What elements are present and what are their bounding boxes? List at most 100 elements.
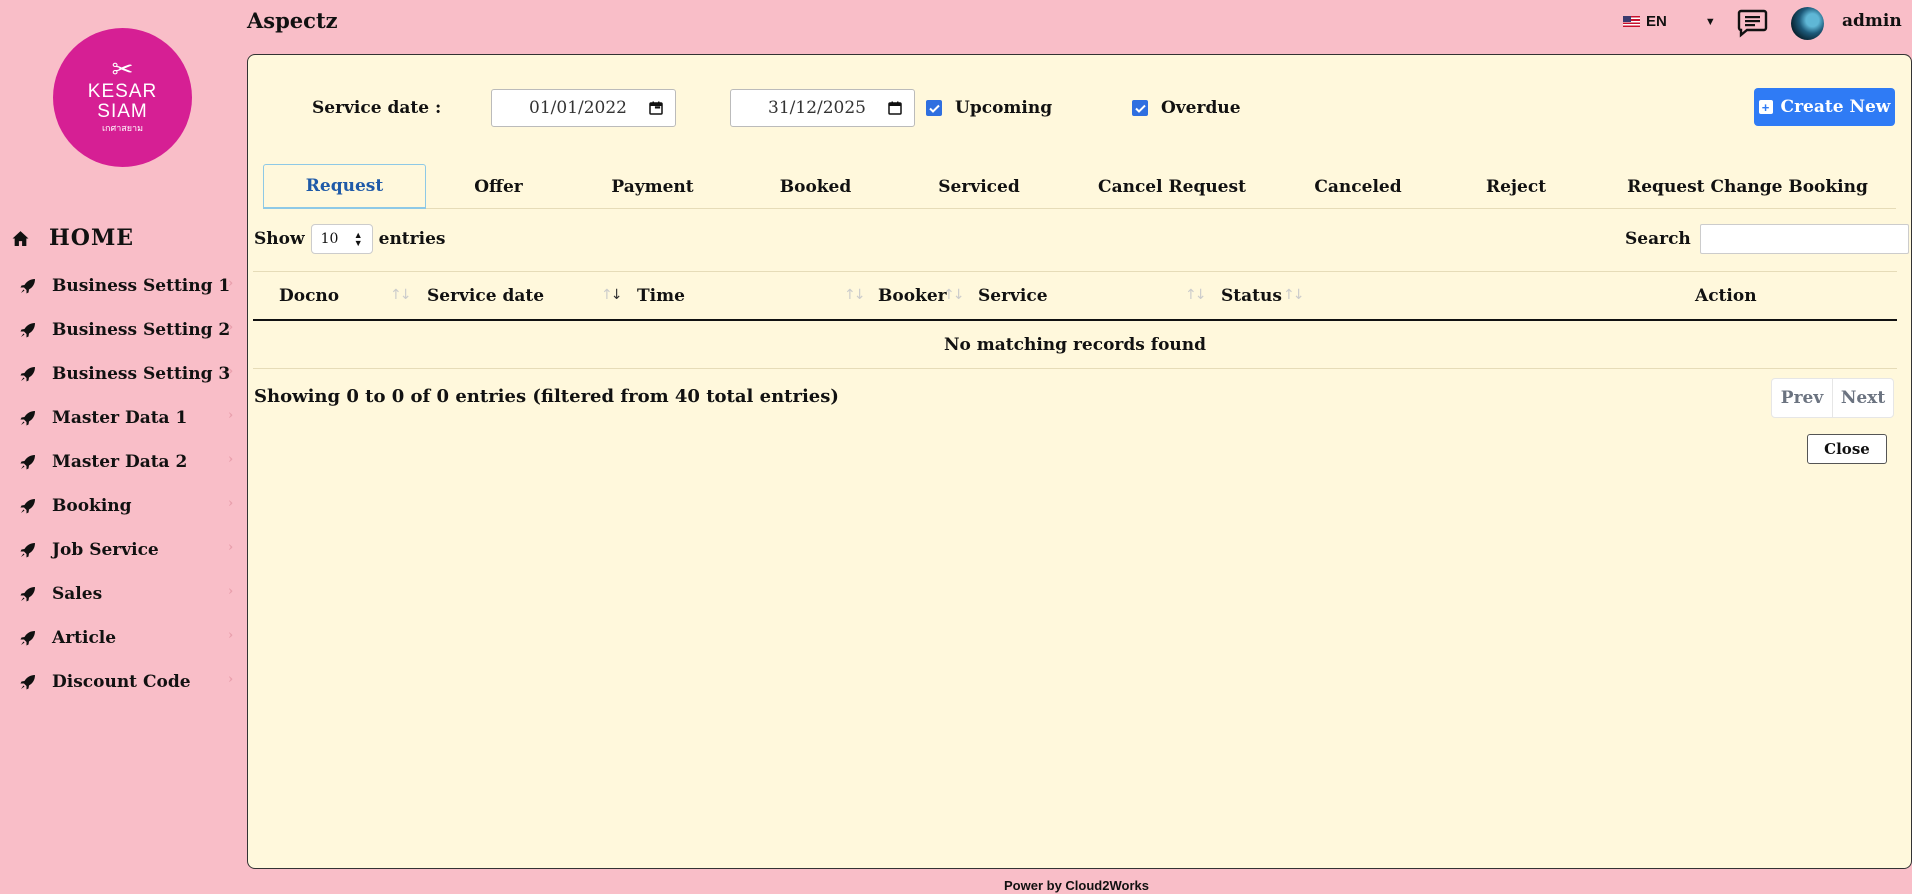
date-to-value: 31/12/2025: [768, 98, 866, 118]
rocket-icon: [20, 454, 36, 470]
chevron-right-icon: ›: [228, 276, 234, 291]
column-label: Status: [1221, 286, 1282, 306]
tab-label: Payment: [611, 176, 694, 197]
sidebar-home-label: HOME: [49, 225, 135, 251]
prev-page-button[interactable]: Prev: [1772, 379, 1833, 417]
service-date-label: Service date :: [312, 98, 442, 118]
sidebar-item-discount-code[interactable]: Discount Code ›: [0, 660, 246, 704]
sidebar-item-business-setting-1[interactable]: Business Setting 1 ›: [0, 264, 246, 308]
rocket-icon: [20, 586, 36, 602]
sidebar-item-label: Sales: [52, 584, 103, 604]
sort-icon[interactable]: ↑↓: [1283, 287, 1305, 303]
date-from-input[interactable]: 01/01/2022: [491, 89, 676, 127]
column-header-booker[interactable]: Booker: [878, 272, 947, 320]
sort-icon[interactable]: ↑↓: [1185, 287, 1207, 303]
home-icon: [12, 230, 29, 246]
sidebar-item-booking[interactable]: Booking ›: [0, 484, 246, 528]
rocket-icon: [20, 674, 36, 690]
logo-line-1: KESAR: [87, 80, 158, 102]
sidebar-item-master-data-1[interactable]: Master Data 1 ›: [0, 396, 246, 440]
tab-label: Serviced: [938, 176, 1020, 197]
avatar[interactable]: [1791, 7, 1824, 40]
empty-table-message: No matching records found: [253, 321, 1897, 369]
chevron-right-icon: ›: [228, 628, 234, 643]
chevron-right-icon: ›: [228, 496, 234, 511]
date-separator: -: [654, 97, 662, 117]
chevron-right-icon: ›: [228, 540, 234, 555]
sidebar-item-master-data-2[interactable]: Master Data 2 ›: [0, 440, 246, 484]
footer-credit: Power by Cloud2Works: [1004, 878, 1149, 893]
sidebar: ✂ KESAR SIAM เกศาสยาม HOME Business Sett…: [0, 0, 246, 894]
tab-label: Offer: [474, 176, 523, 197]
upcoming-label: Upcoming: [955, 98, 1053, 118]
plus-square-icon: +: [1758, 100, 1773, 115]
filter-bar: Service date : 01/01/2022 - 31/12/2025 U…: [312, 89, 1312, 127]
search-input[interactable]: [1699, 224, 1909, 254]
tab-booked[interactable]: Booked: [734, 164, 897, 209]
create-new-button[interactable]: + Create New: [1754, 88, 1895, 126]
create-new-label: Create New: [1780, 97, 1891, 117]
sidebar-item-label: Business Setting 2: [52, 320, 231, 340]
overdue-checkbox[interactable]: Overdue: [1132, 98, 1241, 118]
sort-icon[interactable]: ↑↓: [601, 287, 622, 303]
column-label: Booker: [878, 286, 947, 306]
sort-icon[interactable]: ↑↓: [844, 287, 866, 303]
logo-line-2: SIAM: [97, 100, 148, 122]
tab-label: Cancel Request: [1098, 176, 1246, 197]
rocket-icon: [20, 410, 36, 426]
column-header-status[interactable]: Status: [1221, 272, 1282, 320]
sort-icon[interactable]: ↑↓: [390, 287, 412, 303]
page-size-value: 10: [320, 231, 339, 247]
column-header-time[interactable]: Time: [637, 272, 685, 320]
chevron-right-icon: ›: [228, 364, 234, 379]
checkmark-icon[interactable]: [926, 100, 942, 116]
language-selector[interactable]: EN ▼: [1623, 13, 1716, 30]
column-header-service[interactable]: Service: [978, 272, 1048, 320]
sort-icon[interactable]: ↑↓: [943, 287, 965, 303]
sidebar-item-label: Booking: [52, 496, 132, 516]
sidebar-item-label: Master Data 1: [52, 408, 188, 428]
tab-request[interactable]: Request: [263, 164, 426, 209]
brand-logo[interactable]: ✂ KESAR SIAM เกศาสยาม: [53, 28, 192, 167]
close-button[interactable]: Close: [1807, 434, 1887, 464]
date-to-input[interactable]: 31/12/2025: [730, 89, 915, 127]
sidebar-item-business-setting-2[interactable]: Business Setting 2 ›: [0, 308, 246, 352]
date-from-value: 01/01/2022: [529, 98, 627, 118]
upcoming-checkbox[interactable]: Upcoming: [926, 98, 1052, 118]
tab-payment[interactable]: Payment: [571, 164, 734, 209]
rocket-icon: [20, 630, 36, 646]
tab-cancel-request[interactable]: Cancel Request: [1061, 164, 1283, 209]
next-page-button[interactable]: Next: [1833, 379, 1893, 417]
table-header: Docno ↑↓ Service date ↑↓ Time ↑↓ Booker …: [253, 271, 1897, 321]
chat-icon[interactable]: [1737, 8, 1768, 38]
sidebar-item-business-setting-3[interactable]: Business Setting 3 ›: [0, 352, 246, 396]
sidebar-item-label: Business Setting 3: [52, 364, 231, 384]
tab-label: Request Change Booking: [1627, 176, 1868, 197]
tab-request-change-booking[interactable]: Request Change Booking: [1599, 164, 1896, 209]
page-size-control: Show 10 ▲ ▼ entries: [254, 224, 445, 254]
overdue-label: Overdue: [1161, 98, 1241, 118]
sidebar-item-label: Business Setting 1: [52, 276, 231, 296]
tab-canceled[interactable]: Canceled: [1283, 164, 1433, 209]
tab-label: Request: [305, 176, 384, 196]
pagination: Prev Next: [1771, 378, 1894, 418]
rocket-icon: [20, 366, 36, 382]
page-size-select[interactable]: 10 ▲ ▼: [310, 224, 373, 254]
tab-serviced[interactable]: Serviced: [897, 164, 1061, 209]
table-info: Showing 0 to 0 of 0 entries (filtered fr…: [254, 386, 839, 407]
sidebar-item-sales[interactable]: Sales ›: [0, 572, 246, 616]
app-brand: Aspectz: [247, 8, 338, 33]
sidebar-item-article[interactable]: Article ›: [0, 616, 246, 660]
column-header-docno[interactable]: Docno: [279, 272, 339, 320]
checkmark-icon[interactable]: [1132, 100, 1148, 116]
tab-offer[interactable]: Offer: [426, 164, 571, 209]
column-label: Time: [637, 286, 685, 306]
calendar-icon[interactable]: [888, 101, 902, 115]
entries-label: entries: [378, 229, 446, 249]
user-name[interactable]: admin: [1842, 11, 1902, 31]
sidebar-home[interactable]: HOME: [12, 224, 134, 252]
column-header-service-date[interactable]: Service date: [427, 272, 544, 320]
main-panel: Service date : 01/01/2022 - 31/12/2025 U…: [247, 54, 1912, 869]
sidebar-item-job-service[interactable]: Job Service ›: [0, 528, 246, 572]
tab-reject[interactable]: Reject: [1433, 164, 1599, 209]
